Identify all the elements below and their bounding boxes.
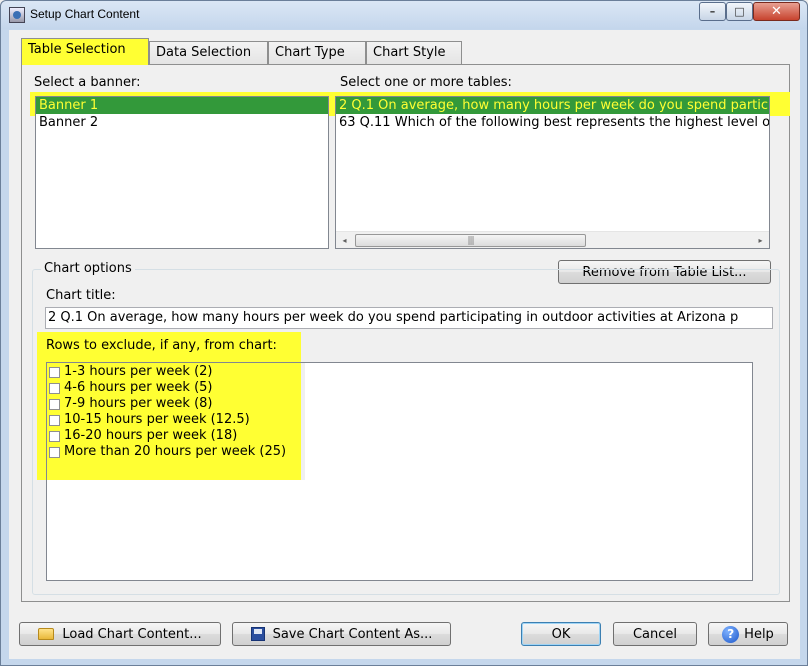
chart-title-input[interactable]: 2 Q.1 On average, how many hours per wee… <box>45 307 773 329</box>
banner-item-2[interactable]: Banner 2 <box>36 114 328 131</box>
minimize-button[interactable]: – <box>699 2 726 21</box>
exclude-row-3[interactable]: 7-9 hours per week (8) <box>47 396 752 412</box>
exclude-row-2[interactable]: 4-6 hours per week (5) <box>47 380 752 396</box>
save-chart-content-button[interactable]: Save Chart Content As... <box>232 622 451 646</box>
dialog-window: Setup Chart Content – □ ✕ Table Selectio… <box>0 0 808 666</box>
load-chart-content-button[interactable]: Load Chart Content... <box>19 622 221 646</box>
table-item-1[interactable]: 2 Q.1 On average, how many hours per wee… <box>336 97 769 114</box>
tables-listbox[interactable]: 2 Q.1 On average, how many hours per wee… <box>335 96 770 249</box>
window-title: Setup Chart Content <box>30 7 140 21</box>
table-item-2[interactable]: 63 Q.11 Which of the following best repr… <box>336 114 769 131</box>
exclude-rows-listbox[interactable]: 1-3 hours per week (2) 4-6 hours per wee… <box>46 362 753 581</box>
tab-chart-type[interactable]: Chart Type <box>268 41 366 64</box>
cancel-button[interactable]: Cancel <box>613 622 697 646</box>
exclude-row-4[interactable]: 10-15 hours per week (12.5) <box>47 412 752 428</box>
save-icon <box>250 627 265 641</box>
exclude-row-1[interactable]: 1-3 hours per week (2) <box>47 364 752 380</box>
checkbox[interactable] <box>49 382 60 394</box>
checkbox[interactable] <box>49 414 60 426</box>
banner-label: Select a banner: <box>34 75 141 90</box>
ok-button[interactable]: OK <box>521 622 601 646</box>
checkbox[interactable] <box>49 398 60 410</box>
scroll-thumb[interactable]: ||| <box>355 234 586 247</box>
scroll-right-icon[interactable]: ▸ <box>752 232 769 248</box>
exclude-rows-label: Rows to exclude, if any, from chart: <box>46 338 277 353</box>
tab-table-selection[interactable]: Table Selection <box>21 38 149 65</box>
tables-horizontal-scrollbar[interactable]: ◂ ||| ▸ <box>336 231 769 248</box>
dialog-client: Table Selection Data Selection Chart Typ… <box>9 30 800 659</box>
listbox-background-lower <box>47 480 305 580</box>
chart-options-group: Chart options Chart title: 2 Q.1 On aver… <box>32 261 780 595</box>
tab-chart-style[interactable]: Chart Style <box>366 41 462 64</box>
maximize-button[interactable]: □ <box>726 2 753 21</box>
title-bar[interactable]: Setup Chart Content – □ ✕ <box>1 1 807 29</box>
checkbox[interactable] <box>49 446 60 458</box>
chart-title-label: Chart title: <box>46 288 116 303</box>
close-button[interactable]: ✕ <box>753 2 800 21</box>
banner-listbox[interactable]: Banner 1 Banner 2 <box>35 96 329 249</box>
checkbox[interactable] <box>49 430 60 442</box>
exclude-row-6[interactable]: More than 20 hours per week (25) <box>47 444 752 460</box>
checkbox[interactable] <box>49 366 60 378</box>
help-button[interactable]: ? Help <box>708 622 788 646</box>
exclude-row-5[interactable]: 16-20 hours per week (18) <box>47 428 752 444</box>
help-icon: ? <box>722 625 740 643</box>
tables-label: Select one or more tables: <box>340 75 512 90</box>
folder-icon <box>38 628 55 640</box>
tab-panel-table-selection: Select a banner: Banner 1 Banner 2 Selec… <box>21 64 790 602</box>
scroll-left-icon[interactable]: ◂ <box>336 232 353 248</box>
tab-data-selection[interactable]: Data Selection <box>149 41 268 64</box>
chart-options-legend: Chart options <box>41 261 135 276</box>
banner-item-1[interactable]: Banner 1 <box>36 97 328 114</box>
app-icon <box>9 7 25 23</box>
